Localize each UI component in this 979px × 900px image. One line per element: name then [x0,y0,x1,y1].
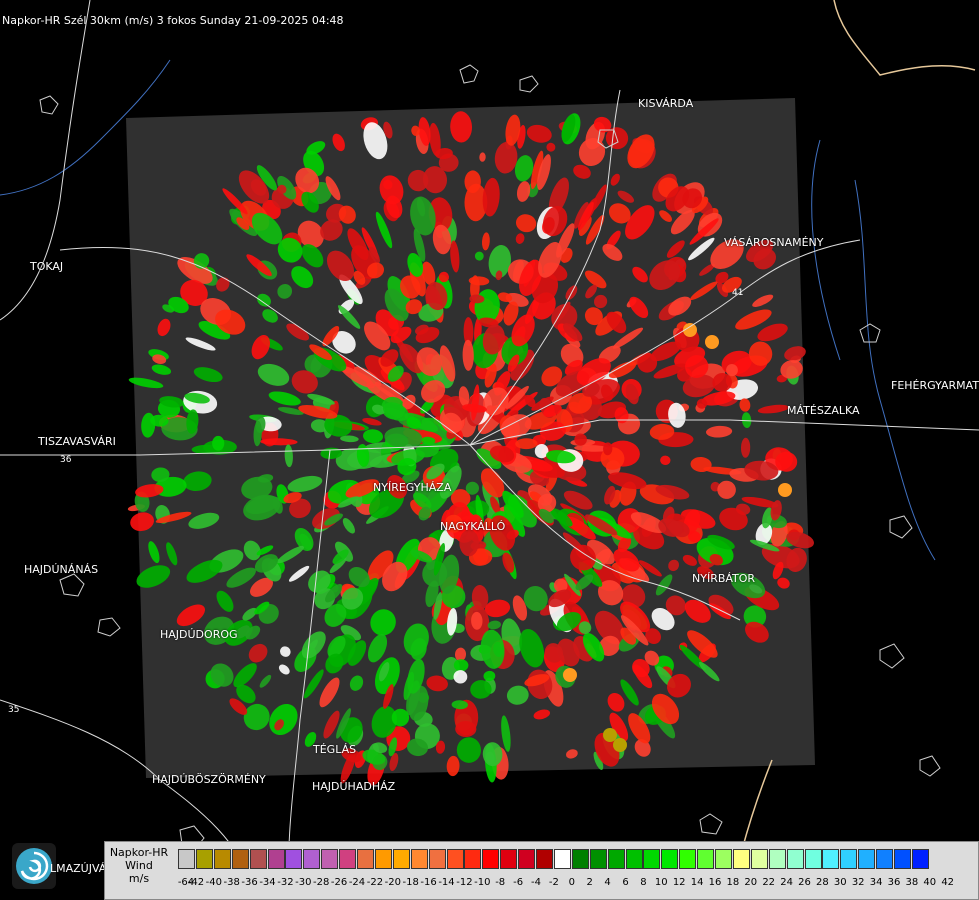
city-label-nyiregyhaza: NYÍREGYHÁZA [373,481,452,494]
legend-swatch [697,849,715,869]
legend-swatch [392,849,410,869]
legend-swatch [625,849,643,869]
radar-echo [456,737,481,763]
legend-swatch [894,849,911,869]
legend-title-line-1: Napkor-HR [109,846,169,859]
legend-swatch [607,849,625,869]
legend-swatch [715,849,732,869]
legend-swatch [213,849,231,869]
legend-swatch [178,849,195,869]
radar-echo-high [603,728,617,742]
city-label-mateszalka: MÁTÉSZALKA [787,404,860,417]
legend-swatch [840,849,858,869]
city-label-hajdudorog: HAJDÚDOROG [160,628,238,641]
city-label-hajdunanas: HAJDÚNÁNÁS [24,563,99,576]
legend-title: Napkor-HR Wind m/s [105,846,173,885]
legend-label: 42 [941,877,955,888]
legend-swatch [679,849,697,869]
city-label-hajduboszormeny: HAJDÚBÖSZÖRMÉNY [152,773,266,786]
city-label-hajduhadhaz: HAJDÚHADHÁZ [312,780,396,793]
legend-swatch [357,849,374,869]
city-label-tokaj: TOKAJ [30,260,64,273]
legend-swatch [822,849,840,869]
legend-swatch [876,849,894,869]
legend-swatch [536,849,553,869]
legend-swatch [750,849,768,869]
legend-swatch [339,849,357,869]
legend-swatch [249,849,267,869]
legend-swatch [732,849,750,869]
city-label-kisvarda: KISVÁRDA [638,97,694,110]
radar-echo-high [778,483,792,497]
city-label-teglas: TÉGLÁS [313,743,357,756]
legend-swatch [267,849,285,869]
road-number-36: 36 [60,455,72,465]
legend-title-line-3: m/s [128,872,150,885]
radar-echo-high [613,738,627,752]
legend-swatch [804,849,822,869]
map-title: Napkor-HR Szél 30km (m/s) 3 fokos Sunday… [2,14,344,27]
road-number-41: 41 [732,288,743,298]
city-label-tiszavasvari: TISZAVASVÁRI [38,435,116,448]
legend-swatch [195,849,213,869]
legend-swatch [410,849,428,869]
city-label-nyirbator: NYÍRBÁTOR [692,572,756,585]
legend-swatch [643,849,661,869]
legend-title-line-2: Wind [125,859,153,872]
wind-legend: Napkor-HR Wind m/s -64 -42 -40 -38 -36 -34 -32… [104,841,979,900]
legend-swatch [768,849,786,869]
legend-swatch [446,849,464,869]
radar-echo-high [705,335,719,349]
radar-echo-high [563,668,577,682]
legend-swatch [589,849,607,869]
legend-swatch [518,849,536,869]
legend-swatch [285,849,303,869]
legend-swatch [858,849,876,869]
legend-swatch [428,849,446,869]
legend-swatch [786,849,804,869]
legend-swatch [374,849,392,869]
city-label-nagykallo: NAGYKÁLLÓ [440,520,506,533]
city-label-fehergyarmat: FEHÉRGYARMAT [891,379,979,392]
legend-swatch [303,849,321,869]
legend-swatch [231,849,249,869]
legend-swatch [911,849,929,869]
legend-swatch [571,849,589,869]
legend-swatch [321,849,339,869]
legend-swatch [464,849,482,869]
road-number-35: 35 [8,705,19,715]
legend-swatch [661,849,679,869]
legend-swatch [500,849,518,869]
city-label-vasarosnameny: VÁSÁROSNAMÉNY [724,236,824,249]
radar-echo [212,435,225,451]
radar-map: 36 41 35 [0,0,979,900]
legend-swatch [553,849,571,869]
legend-swatch [482,849,500,869]
